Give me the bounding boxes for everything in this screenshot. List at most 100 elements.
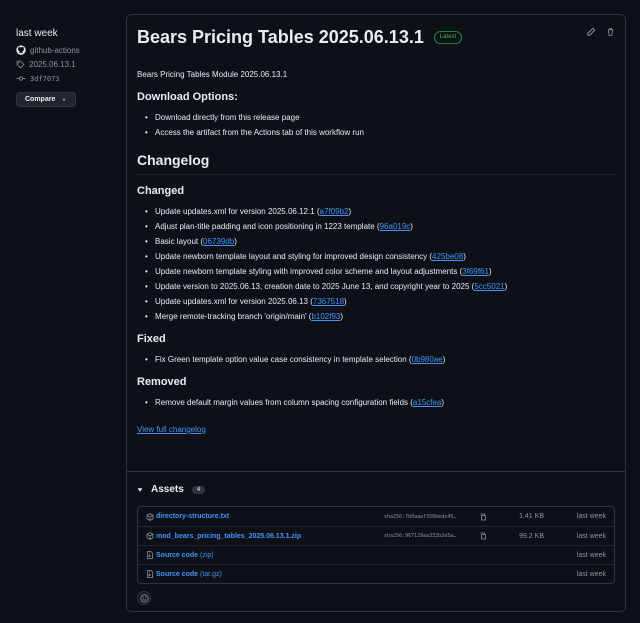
asset-sha: sha256:7b0aaef356bedc45… xyxy=(384,513,457,520)
author-name[interactable]: github-actions xyxy=(30,46,80,55)
pencil-icon[interactable] xyxy=(586,27,596,37)
close-paren: ) xyxy=(348,207,352,216)
download-list: Download directly from this release page… xyxy=(145,110,615,140)
release-card: Bears Pricing Tables 2025.06.13.1 Latest… xyxy=(126,14,626,612)
release-header: Bears Pricing Tables 2025.06.13.1 Latest xyxy=(137,27,615,48)
github-icon xyxy=(16,45,26,55)
tag-icon xyxy=(16,60,25,69)
view-full-changelog-link[interactable]: View full changelog xyxy=(137,425,206,434)
close-paren: ) xyxy=(441,398,445,407)
compare-button[interactable]: Compare xyxy=(16,92,77,107)
commit-link[interactable]: a7f09b2 xyxy=(320,207,349,216)
close-paren: ) xyxy=(442,355,446,364)
list-item: Adjust plan-title padding and icon posit… xyxy=(145,219,615,234)
commit-link[interactable]: b102f93 xyxy=(311,312,340,321)
assets-count: 4 xyxy=(191,485,206,494)
release-intro: Bears Pricing Tables Module 2025.06.13.1 xyxy=(137,70,288,79)
release-date: last week xyxy=(16,28,58,39)
asset-size: 1.41 KB xyxy=(519,513,544,520)
change-text: Update newborn template styling with imp… xyxy=(155,267,463,276)
commit-link[interactable]: a15cfea xyxy=(413,398,441,407)
list-item: Download directly from this release page xyxy=(145,110,615,125)
assets-divider xyxy=(127,471,625,472)
change-text: Update updates.xml for version 2025.06.1… xyxy=(155,297,313,306)
asset-name[interactable]: Source code xyxy=(156,552,198,559)
commit-link[interactable]: 06739db xyxy=(203,237,234,246)
asset-name-cell[interactable]: Source code (tar.gz) xyxy=(146,570,384,578)
copy-icon[interactable] xyxy=(479,513,487,521)
list-item: Fix Green template option value case con… xyxy=(145,352,615,367)
asset-name[interactable]: Source code xyxy=(156,571,198,578)
change-text: Merge remote-tracking branch 'origin/mai… xyxy=(155,312,312,321)
removed-heading: Removed xyxy=(137,376,187,388)
close-paren: ) xyxy=(504,282,508,291)
list-item: Update newborn template layout and styli… xyxy=(145,249,615,264)
asset-name[interactable]: mod_bears_pricing_tables_2025.06.13.1.zi… xyxy=(156,533,301,540)
list-item: Merge remote-tracking branch 'origin/mai… xyxy=(145,309,615,324)
assets-list: directory-structure.txt sha256:7b0aaef356… xyxy=(137,506,615,584)
close-paren: ) xyxy=(234,237,237,246)
list-item: Basic layout (06739db) xyxy=(145,234,615,249)
asset-ext: (tar.gz) xyxy=(200,570,222,578)
commit-link[interactable]: 0b980ae xyxy=(412,355,443,364)
add-reaction-button[interactable] xyxy=(137,591,151,605)
asset-name-cell[interactable]: mod_bears_pricing_tables_2025.06.13.1.zi… xyxy=(146,532,384,540)
tag-name[interactable]: 2025.06.13.1 xyxy=(29,60,76,69)
author-row[interactable]: github-actions xyxy=(16,45,116,55)
commit-link[interactable]: 425be08 xyxy=(432,252,463,261)
asset-row: Source code (zip) last week xyxy=(138,545,614,564)
package-icon xyxy=(146,532,154,540)
asset-row: Source code (tar.gz) last week xyxy=(138,564,614,583)
copy-icon[interactable] xyxy=(479,532,487,540)
close-paren: ) xyxy=(340,312,344,321)
compare-label: Compare xyxy=(25,96,56,103)
latest-badge: Latest xyxy=(433,31,463,44)
commit-link[interactable]: 3f69f61 xyxy=(462,267,489,276)
asset-date: last week xyxy=(576,551,606,559)
caret-down-icon xyxy=(137,487,143,492)
close-paren: ) xyxy=(463,252,466,261)
commit-row[interactable]: 3df7073 xyxy=(16,74,116,83)
commit-link[interactable]: 5cc5021 xyxy=(474,282,504,291)
chevron-down-icon xyxy=(62,98,67,101)
fixed-heading: Fixed xyxy=(137,333,166,345)
changed-list: Update updates.xml for version 2025.06.1… xyxy=(145,204,615,324)
release-title[interactable]: Bears Pricing Tables 2025.06.13.1 xyxy=(137,27,424,48)
asset-name-cell[interactable]: Source code (zip) xyxy=(146,551,384,559)
asset-date: last week xyxy=(576,570,606,578)
list-item: Update version to 2025.06.13, creation d… xyxy=(145,279,615,294)
package-icon xyxy=(146,512,154,521)
change-text: Update newborn template layout and styli… xyxy=(155,252,433,261)
commit-link[interactable]: 96a019c xyxy=(380,222,411,231)
copy-cell xyxy=(472,532,494,540)
changed-heading: Changed xyxy=(137,185,185,197)
change-text: Adjust plan-title padding and icon posit… xyxy=(155,222,380,231)
close-paren: ) xyxy=(488,267,492,276)
asset-ext: (zip) xyxy=(200,551,214,559)
close-paren: ) xyxy=(410,222,413,231)
asset-name-cell[interactable]: directory-structure.txt xyxy=(146,512,384,521)
file-zip-icon xyxy=(147,551,153,559)
trash-icon[interactable] xyxy=(606,27,615,37)
change-text: Update version to 2025.06.13, creation d… xyxy=(155,282,475,291)
commit-link[interactable]: 7367518 xyxy=(313,297,344,306)
asset-date: last week xyxy=(576,513,606,520)
change-text: Basic layout ( xyxy=(155,237,204,246)
close-paren: ) xyxy=(344,297,347,306)
change-text: Update updates.xml for version 2025.06.1… xyxy=(155,207,320,216)
release-sidebar: last week github-actions 2025.06.13.1 3d… xyxy=(16,28,116,107)
asset-sha: sha256:967129aa332b2e5a… xyxy=(384,533,457,539)
copy-cell xyxy=(472,513,494,521)
fixed-list: Fix Green template option value case con… xyxy=(145,352,615,367)
asset-row: directory-structure.txt sha256:7b0aaef356… xyxy=(138,507,614,526)
assets-toggle[interactable]: Assets 4 xyxy=(137,484,206,495)
asset-name[interactable]: directory-structure.txt xyxy=(156,513,229,520)
list-item: Remove default margin values from column… xyxy=(145,395,615,410)
smiley-icon xyxy=(139,593,149,603)
release-actions xyxy=(586,27,615,37)
list-item: Access the artifact from the Actions tab… xyxy=(145,125,615,140)
tag-row[interactable]: 2025.06.13.1 xyxy=(16,60,116,69)
commit-icon xyxy=(16,76,26,81)
change-text: Fix Green template option value case con… xyxy=(155,355,412,364)
commit-hash[interactable]: 3df7073 xyxy=(30,75,60,83)
